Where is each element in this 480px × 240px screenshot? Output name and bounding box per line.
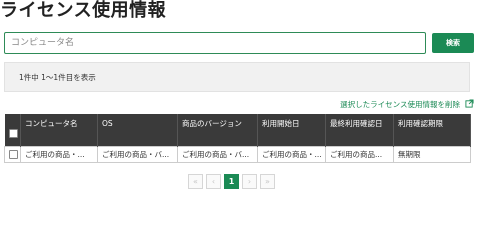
- cell-start-date: ご利用の商品・...: [257, 145, 326, 163]
- column-header-check-deadline[interactable]: 利用確認期限: [393, 114, 471, 146]
- prev-page-button[interactable]: ‹: [206, 174, 221, 189]
- search-button[interactable]: 検索: [432, 33, 474, 53]
- external-link-icon[interactable]: [465, 99, 474, 108]
- cell-os: ご利用の商品・バ...: [97, 145, 178, 163]
- current-page-button[interactable]: 1: [224, 174, 239, 189]
- last-page-button[interactable]: »: [260, 174, 275, 189]
- column-header-computer-name[interactable]: コンピュータ名: [20, 114, 98, 146]
- column-header-os[interactable]: OS: [97, 114, 178, 146]
- search-bar: 検索: [4, 32, 474, 54]
- first-page-button[interactable]: «: [188, 174, 203, 189]
- select-all-checkbox[interactable]: [8, 129, 18, 138]
- column-header-product-version[interactable]: 商品のバージョン: [177, 114, 258, 146]
- row-checkbox[interactable]: [9, 149, 18, 159]
- row-select-cell: [4, 145, 21, 163]
- select-all-cell: [4, 114, 21, 146]
- cell-check-deadline: 無期限: [393, 145, 471, 163]
- pagination: « ‹ 1 › »: [188, 174, 275, 189]
- column-header-start-date[interactable]: 利用開始日: [257, 114, 326, 146]
- result-count-text: 1件中 1～1件目を表示: [19, 73, 96, 82]
- cell-product-version: ご利用の商品・バ...: [177, 145, 258, 163]
- license-usage-table: コンピュータ名 OS 商品のバージョン 利用開始日 最終利用確認日 利用確認期限…: [4, 114, 471, 163]
- license-usage-page: ライセンス使用情報 検索 1件中 1～1件目を表示 選択したライセンス使用情報を…: [0, 0, 480, 200]
- page-title: ライセンス使用情報: [0, 0, 167, 21]
- column-header-last-check-date[interactable]: 最終利用確認日: [325, 114, 394, 146]
- result-summary-box: 1件中 1～1件目を表示: [4, 62, 470, 92]
- delete-selected-link[interactable]: 選択したライセンス使用情報を削除: [340, 99, 460, 110]
- table-header-row: コンピュータ名 OS 商品のバージョン 利用開始日 最終利用確認日 利用確認期限: [4, 114, 471, 146]
- cell-last-check-date: ご利用の商品...: [325, 145, 394, 163]
- cell-computer-name: ご利用の商品・...: [20, 145, 98, 163]
- next-page-button[interactable]: ›: [242, 174, 257, 189]
- search-input[interactable]: [4, 32, 426, 54]
- table-row: ご利用の商品・... ご利用の商品・バ... ご利用の商品・バ... ご利用の商…: [4, 145, 471, 163]
